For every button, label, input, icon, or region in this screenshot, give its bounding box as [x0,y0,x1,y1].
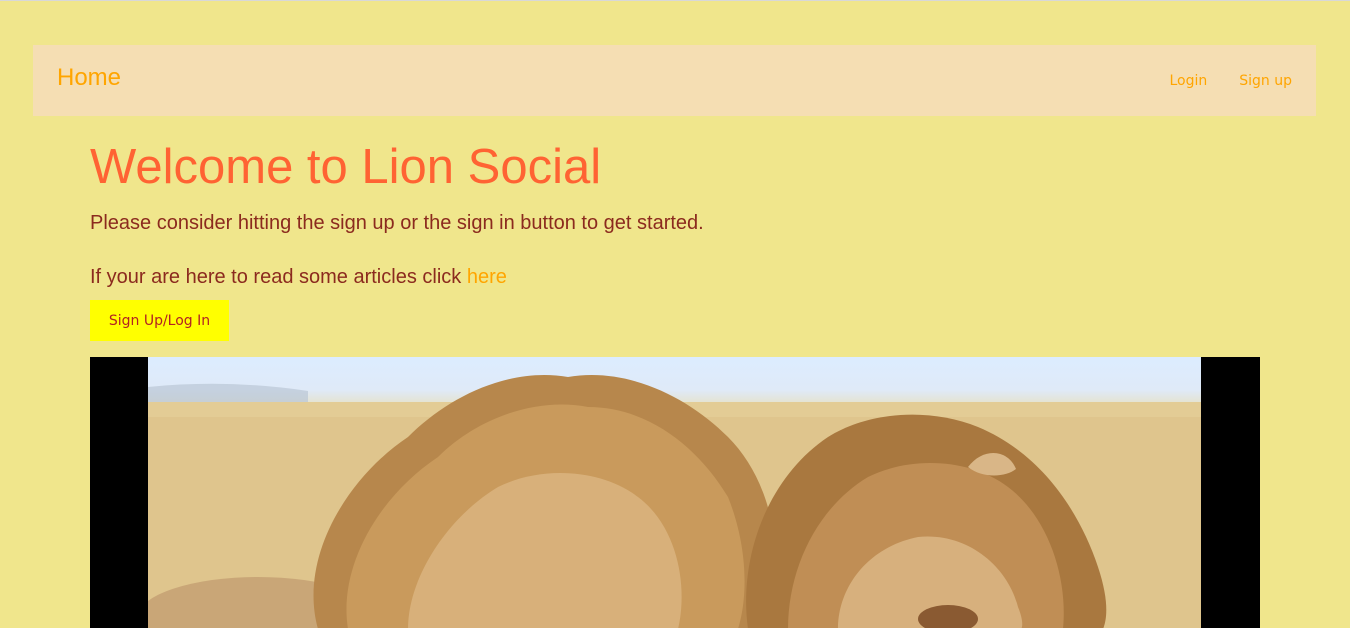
signup-link[interactable]: Sign up [1239,73,1292,89]
intro-text: Please consider hitting the sign up or t… [90,212,704,234]
login-link[interactable]: Login [1169,73,1207,89]
nav-links: Login Sign up [1169,73,1292,89]
home-link[interactable]: Home [57,64,121,92]
page-title: Welcome to Lion Social [90,140,602,194]
lion-photo [148,357,1201,628]
signup-login-button[interactable]: Sign Up/Log In [90,300,229,341]
hero-image [90,357,1260,628]
lion-illustration [148,375,1201,628]
articles-prefix: If your are here to read some articles c… [90,266,467,288]
navbar: Home Login Sign up [33,45,1316,116]
page: Home Login Sign up Welcome to Lion Socia… [0,0,1350,628]
articles-link[interactable]: here [467,266,507,288]
articles-text: If your are here to read some articles c… [90,266,507,289]
